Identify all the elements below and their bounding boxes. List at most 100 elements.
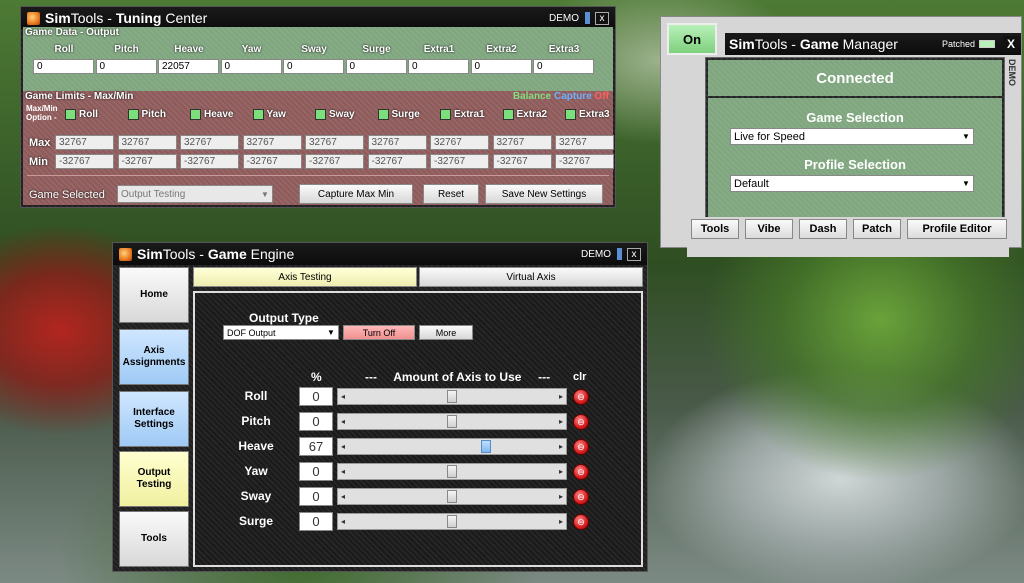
slider-thumb[interactable]: [447, 390, 457, 403]
patch-button[interactable]: Patch: [853, 219, 901, 239]
axis-percent-pitch[interactable]: 0: [299, 412, 333, 431]
clear-heave-button[interactable]: ⊖: [573, 439, 589, 455]
arrow-left-icon[interactable]: ◂: [338, 489, 348, 504]
balance-label[interactable]: Balance: [513, 91, 551, 102]
game-engine-titlebar[interactable]: SimTools - Game Engine DEMO x: [113, 243, 647, 265]
axis-slider-sway[interactable]: ◂ ▸: [337, 488, 567, 505]
axis-percent-sway[interactable]: 0: [299, 487, 333, 506]
output-field-roll[interactable]: 0: [33, 59, 94, 74]
arrow-right-icon[interactable]: ▸: [556, 389, 566, 404]
reset-button[interactable]: Reset: [423, 184, 479, 204]
output-field-extra2[interactable]: 0: [470, 59, 532, 74]
game-manager-titlebar[interactable]: SimTools - Game Manager Patched X: [725, 33, 1021, 55]
axis-slider-roll[interactable]: ◂ ▸: [337, 388, 567, 405]
close-button[interactable]: x: [627, 247, 641, 261]
max-field-sway[interactable]: 32767: [305, 135, 364, 150]
axis-slider-heave[interactable]: ◂ ▸: [337, 438, 567, 455]
option-checkbox-yaw[interactable]: [252, 109, 264, 120]
arrow-right-icon[interactable]: ▸: [556, 414, 566, 429]
slider-thumb[interactable]: [447, 515, 457, 528]
axis-slider-surge[interactable]: ◂ ▸: [337, 513, 567, 530]
clear-pitch-button[interactable]: ⊖: [573, 414, 589, 430]
nav-interface-settings-button[interactable]: Interface Settings: [119, 391, 189, 447]
min-field-yaw[interactable]: -32767: [242, 154, 302, 169]
nav-output-testing-button[interactable]: Output Testing: [119, 451, 189, 507]
option-checkbox-extra3[interactable]: [565, 109, 576, 120]
clear-roll-button[interactable]: ⊖: [573, 389, 589, 405]
capture-max-min-button[interactable]: Capture Max Min: [299, 184, 413, 204]
slider-thumb[interactable]: [447, 490, 457, 503]
save-new-settings-button[interactable]: Save New Settings: [485, 184, 603, 204]
option-checkbox-surge[interactable]: [377, 109, 389, 120]
output-field-heave[interactable]: 22057: [158, 59, 219, 74]
min-field-surge[interactable]: -32767: [367, 154, 427, 169]
output-field-surge[interactable]: 0: [345, 59, 407, 74]
tab-axis-testing[interactable]: Axis Testing: [193, 267, 417, 287]
min-field-roll[interactable]: -32767: [55, 154, 114, 169]
clear-sway-button[interactable]: ⊖: [573, 489, 589, 505]
arrow-left-icon[interactable]: ◂: [338, 514, 348, 529]
option-checkbox-extra2[interactable]: [502, 109, 514, 120]
max-field-extra3[interactable]: 32767: [555, 135, 614, 150]
arrow-left-icon[interactable]: ◂: [338, 389, 348, 404]
arrow-left-icon[interactable]: ◂: [338, 439, 348, 454]
nav-axis-assignments-button[interactable]: Axis Assignments: [119, 329, 189, 385]
axis-slider-yaw[interactable]: ◂ ▸: [337, 463, 567, 480]
min-field-extra1[interactable]: -32767: [430, 154, 489, 169]
arrow-left-icon[interactable]: ◂: [338, 464, 348, 479]
min-field-extra2[interactable]: -32767: [492, 154, 552, 169]
vibe-button[interactable]: Vibe: [745, 219, 793, 239]
arrow-right-icon[interactable]: ▸: [556, 489, 566, 504]
slider-thumb[interactable]: [447, 415, 457, 428]
option-checkbox-extra1[interactable]: [440, 109, 451, 120]
profile-editor-button[interactable]: Profile Editor: [907, 219, 1007, 239]
clear-yaw-button[interactable]: ⊖: [573, 464, 589, 480]
option-checkbox-roll[interactable]: [65, 109, 76, 120]
dash-button[interactable]: Dash: [799, 219, 847, 239]
max-field-pitch[interactable]: 32767: [117, 135, 177, 150]
option-checkbox-heave[interactable]: [190, 109, 201, 120]
capture-label[interactable]: Capture: [554, 91, 592, 102]
max-field-extra2[interactable]: 32767: [492, 135, 552, 150]
output-field-extra3[interactable]: 0: [533, 59, 594, 74]
slider-thumb[interactable]: [480, 440, 491, 453]
nav-home-button[interactable]: Home: [119, 267, 189, 323]
close-button[interactable]: x: [595, 11, 609, 25]
output-field-yaw[interactable]: 0: [220, 59, 282, 74]
output-field-extra1[interactable]: 0: [408, 59, 469, 74]
arrow-right-icon[interactable]: ▸: [556, 464, 566, 479]
option-checkbox-sway[interactable]: [315, 109, 326, 120]
max-field-surge[interactable]: 32767: [367, 135, 427, 150]
min-field-extra3[interactable]: -32767: [555, 154, 614, 169]
axis-percent-heave[interactable]: 67: [299, 437, 333, 456]
arrow-right-icon[interactable]: ▸: [556, 514, 566, 529]
output-field-pitch[interactable]: 0: [95, 59, 157, 74]
max-field-yaw[interactable]: 32767: [242, 135, 302, 150]
tuning-center-titlebar[interactable]: SimTools - Tuning Center DEMO x: [21, 7, 615, 29]
axis-percent-roll[interactable]: 0: [299, 387, 333, 406]
max-field-extra1[interactable]: 32767: [430, 135, 489, 150]
max-field-heave[interactable]: 32767: [180, 135, 239, 150]
output-field-sway[interactable]: 0: [283, 59, 344, 74]
arrow-right-icon[interactable]: ▸: [556, 439, 566, 454]
min-field-heave[interactable]: -32767: [180, 154, 239, 169]
tools-button[interactable]: Tools: [691, 219, 739, 239]
game-selected-dropdown[interactable]: Output Testing ▼: [117, 185, 273, 203]
close-button[interactable]: X: [1003, 36, 1019, 52]
arrow-left-icon[interactable]: ◂: [338, 414, 348, 429]
option-checkbox-pitch[interactable]: [127, 109, 139, 120]
clear-surge-button[interactable]: ⊖: [573, 514, 589, 530]
game-selection-dropdown[interactable]: Live for Speed ▼: [730, 128, 974, 145]
more-button[interactable]: More: [419, 325, 473, 340]
axis-percent-surge[interactable]: 0: [299, 512, 333, 531]
min-field-sway[interactable]: -32767: [305, 154, 364, 169]
slider-thumb[interactable]: [447, 465, 457, 478]
min-field-pitch[interactable]: -32767: [117, 154, 177, 169]
profile-selection-dropdown[interactable]: Default ▼: [730, 175, 974, 192]
output-type-dropdown[interactable]: DOF Output ▼: [223, 325, 339, 340]
turn-off-button[interactable]: Turn Off: [343, 325, 415, 340]
max-field-roll[interactable]: 32767: [55, 135, 114, 150]
axis-percent-yaw[interactable]: 0: [299, 462, 333, 481]
tab-virtual-axis[interactable]: Virtual Axis: [419, 267, 643, 287]
axis-slider-pitch[interactable]: ◂ ▸: [337, 413, 567, 430]
